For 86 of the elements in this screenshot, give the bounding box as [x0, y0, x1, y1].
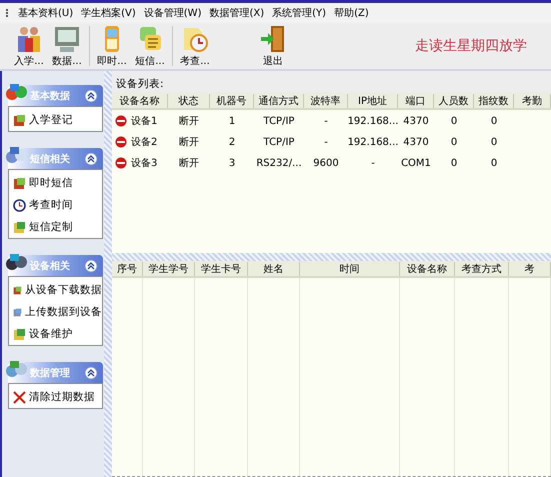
sidebar-item[interactable]: 入学登记 — [13, 113, 102, 127]
item-icon — [13, 114, 26, 126]
cross-icon — [13, 390, 26, 404]
table-cell: - — [324, 136, 328, 148]
column-header[interactable]: 学生卡号 — [195, 262, 248, 276]
table-cell: TCP/IP — [264, 136, 294, 148]
clock-icon — [13, 198, 26, 212]
column-header[interactable]: 学生学号 — [143, 262, 195, 276]
message-icon — [140, 27, 161, 50]
column-header[interactable]: 设备名称 — [112, 94, 168, 108]
table-cell: 4370 — [403, 136, 429, 148]
column-header[interactable]: 序号 — [112, 262, 143, 276]
column-header[interactable]: IP地址 — [348, 94, 398, 108]
table-cell: RS232/... — [256, 158, 302, 168]
table-cell: 0 — [450, 136, 458, 148]
table-cell-text: 设备1 — [131, 115, 158, 128]
menu-item[interactable]: 数据管理(X) — [209, 6, 264, 20]
column-header[interactable]: 机器号 — [210, 94, 254, 108]
column-header[interactable]: 设备名称 — [400, 262, 455, 276]
sidebar-item[interactable]: 从设备下载数据 — [13, 283, 102, 297]
column-header[interactable]: 时间 — [300, 262, 400, 276]
menu-item[interactable]: 学生档案(V) — [81, 6, 136, 20]
menu-item[interactable]: 基本资料(U) — [18, 6, 74, 20]
table-cell: - — [371, 158, 375, 168]
table-cell: 0 — [490, 136, 498, 148]
sidebar-item[interactable]: 清除过期数据 — [13, 390, 102, 404]
column-header[interactable]: 姓名 — [248, 262, 300, 276]
table-cell-text: 设备2 — [131, 136, 158, 149]
table-cell: 4370 — [403, 116, 429, 126]
phone-icon — [105, 26, 119, 52]
toolbar-button[interactable]: 退出 — [254, 24, 292, 68]
column-header[interactable]: 人员数 — [434, 94, 474, 108]
people-icon — [18, 27, 40, 52]
table-cell: 0 — [450, 158, 458, 168]
collapse-icon[interactable] — [84, 258, 98, 272]
table-cell: 2 — [228, 136, 236, 148]
toolbar-button[interactable]: 考查... — [176, 24, 214, 68]
table-cell-text: 断开 — [179, 136, 199, 149]
table-cell: 1 — [228, 116, 236, 126]
menu-item[interactable]: 系统管理(Y) — [272, 6, 326, 20]
table-cell: 0 — [490, 158, 498, 168]
column-header[interactable]: 考查方式 — [455, 262, 509, 276]
sidebar-item[interactable]: 上传数据到设备 — [13, 305, 102, 319]
column-header[interactable]: 状态 — [168, 94, 210, 108]
column-header[interactable]: 考勤 — [514, 94, 551, 108]
table-cell: TCP/IP — [264, 116, 294, 126]
item-icon — [13, 284, 22, 296]
table-cell: 9600 — [313, 158, 339, 168]
exit-door-icon — [261, 26, 284, 52]
table-cell-text: 断开 — [179, 156, 199, 170]
table-cell: 0 — [490, 116, 498, 126]
item-icon — [13, 328, 26, 340]
table-cell: 0 — [450, 116, 458, 126]
table-cell: 3 — [228, 158, 236, 168]
list-title: 设备列表: — [112, 71, 551, 93]
toolbar-button[interactable]: 短信... — [131, 24, 169, 68]
table-cell-text: 设备3 — [131, 157, 158, 170]
toolbar-button[interactable]: 数据... — [48, 24, 86, 68]
menu-item[interactable]: 设备管理(W) — [144, 6, 202, 20]
sidebar-item[interactable]: 短信定制 — [13, 220, 102, 234]
toolbar-button[interactable]: 即时... — [93, 24, 131, 68]
collapse-icon[interactable] — [84, 366, 98, 380]
column-header[interactable]: 通信方式 — [254, 94, 304, 108]
sidebar-item[interactable]: 即时短信 — [13, 176, 102, 190]
item-icon — [13, 220, 26, 234]
clock-icon — [184, 28, 208, 52]
toolbar-button[interactable]: 入学... — [10, 24, 48, 68]
table-cell: 192.168... — [348, 136, 398, 148]
column-header[interactable]: 考 — [509, 262, 551, 276]
sidebar-item[interactable]: 设备维护 — [13, 327, 102, 341]
item-icon — [13, 306, 22, 318]
collapse-icon[interactable] — [84, 88, 98, 102]
grip-icon — [6, 9, 10, 17]
notice-text: 走读生星期四放学 — [415, 37, 527, 55]
column-header[interactable]: 端口 — [398, 94, 434, 108]
table-cell: 192.168... — [348, 116, 398, 126]
menu-item[interactable]: 帮助(Z) — [334, 6, 369, 20]
collapse-icon[interactable] — [84, 152, 98, 166]
table-cell-text: 断开 — [179, 114, 199, 128]
column-header[interactable]: 指纹数 — [474, 94, 514, 108]
item-icon — [13, 176, 26, 190]
monitor-icon — [55, 27, 79, 52]
table-cell: - — [324, 116, 328, 126]
column-header[interactable]: 波特率 — [304, 94, 348, 108]
sidebar-item[interactable]: 考查时间 — [13, 198, 102, 212]
table-cell: COM1 — [401, 158, 431, 168]
